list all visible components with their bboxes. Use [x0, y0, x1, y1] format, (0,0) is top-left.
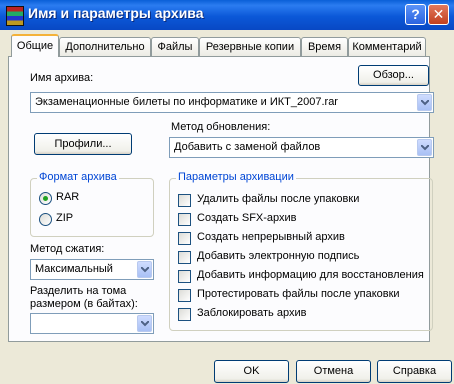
compression-method-label: Метод сжатия: [30, 243, 105, 255]
chevron-down-icon [421, 100, 429, 106]
archive-format-title: Формат архива [37, 171, 119, 183]
tab-advanced[interactable]: Дополнительно [59, 37, 151, 56]
help-button-label: Справка [392, 365, 437, 377]
tab-general[interactable]: Общие [11, 34, 59, 57]
ok-button-label: OK [243, 365, 260, 377]
archive-options-title: Параметры архивации [176, 171, 296, 183]
checkbox-lock-archive[interactable] [178, 308, 191, 321]
compression-method-value: Максимальный [35, 263, 113, 275]
archive-options-group: Параметры архивации Удалить файлы после … [169, 171, 433, 331]
chevron-down-icon [141, 267, 149, 273]
checkbox-solid-archive[interactable] [178, 232, 191, 245]
radio-rar[interactable] [39, 192, 52, 205]
archive-format-group: Формат архива RAR ZIP [30, 171, 154, 237]
tab-comment[interactable]: Комментарий [348, 37, 426, 56]
split-volumes-label-line2: размером (в байтах): [30, 298, 138, 310]
tab-label: Файлы [157, 41, 193, 53]
checkbox-digital-signature[interactable] [178, 251, 191, 264]
archive-name-value: Экзаменационные билеты по информатике и … [35, 96, 338, 108]
checkbox-test-files[interactable] [178, 289, 191, 302]
checkbox-delete-after[interactable] [178, 194, 191, 207]
tab-label: Резервные копии [205, 41, 295, 53]
update-method-combobox[interactable]: Добавить с заменой файлов [169, 137, 434, 158]
checkbox-recovery-record[interactable] [178, 270, 191, 283]
checkbox-solid-archive-label[interactable]: Создать непрерывный архив [197, 231, 345, 243]
title-bar[interactable]: Имя и параметры архива ? ✕ [0, 0, 454, 30]
dropdown-arrow-button[interactable] [137, 261, 152, 278]
tab-files[interactable]: Файлы [151, 37, 199, 56]
cancel-button[interactable]: Отмена [296, 360, 371, 383]
update-method-label: Метод обновления: [171, 121, 271, 133]
tab-label: Общие [16, 40, 54, 52]
checkbox-test-files-label[interactable]: Протестировать файлы после упаковки [197, 288, 400, 300]
ok-button[interactable]: OK [214, 360, 289, 383]
browse-button-label: Обзор... [373, 69, 414, 81]
compression-method-combobox[interactable]: Максимальный [30, 259, 154, 280]
chevron-down-icon [141, 321, 149, 327]
radio-selected-dot [43, 196, 48, 201]
tab-label: Комментарий [352, 41, 422, 53]
profiles-button[interactable]: Профили... [34, 133, 132, 155]
tab-label: Время [307, 41, 342, 53]
winrar-app-icon [6, 6, 24, 26]
tab-panel-general: Имя архива: Обзор... Экзаменационные бил… [8, 56, 434, 342]
checkbox-delete-after-label[interactable]: Удалить файлы после упаковки [197, 193, 359, 205]
checkbox-digital-signature-label[interactable]: Добавить электронную подпись [197, 250, 359, 262]
profiles-button-label: Профили... [54, 138, 112, 150]
window-title: Имя и параметры архива [28, 5, 204, 21]
archive-name-combobox[interactable]: Экзаменационные билеты по информатике и … [30, 92, 434, 113]
update-method-value: Добавить с заменой файлов [174, 141, 321, 153]
radio-zip[interactable] [39, 213, 52, 226]
close-icon: ✕ [432, 6, 445, 22]
checkbox-create-sfx-label[interactable]: Создать SFX-архив [197, 212, 297, 224]
tab-backup[interactable]: Резервные копии [199, 37, 301, 56]
split-volumes-label-line1: Разделить на тома [30, 285, 127, 297]
checkbox-create-sfx[interactable] [178, 213, 191, 226]
close-button[interactable]: ✕ [428, 4, 449, 25]
cancel-button-label: Отмена [313, 365, 354, 377]
checkbox-lock-archive-label[interactable]: Заблокировать архив [197, 307, 306, 319]
tab-label: Дополнительно [65, 41, 145, 53]
split-volume-size-combobox[interactable] [30, 313, 154, 334]
dropdown-arrow-button[interactable] [417, 94, 432, 111]
radio-rar-label[interactable]: RAR [56, 191, 79, 203]
question-mark-icon: ? [411, 6, 420, 22]
chevron-down-icon [421, 145, 429, 151]
tab-time[interactable]: Время [301, 37, 348, 56]
help-title-button[interactable]: ? [405, 4, 426, 25]
help-button[interactable]: Справка [377, 360, 452, 383]
dropdown-arrow-button[interactable] [137, 315, 152, 332]
radio-zip-label[interactable]: ZIP [56, 212, 73, 224]
archive-name-label: Имя архива: [30, 72, 94, 84]
dropdown-arrow-button[interactable] [417, 139, 432, 156]
checkbox-recovery-record-label[interactable]: Добавить информацию для восстановления [197, 269, 424, 281]
browse-button[interactable]: Обзор... [358, 65, 429, 86]
